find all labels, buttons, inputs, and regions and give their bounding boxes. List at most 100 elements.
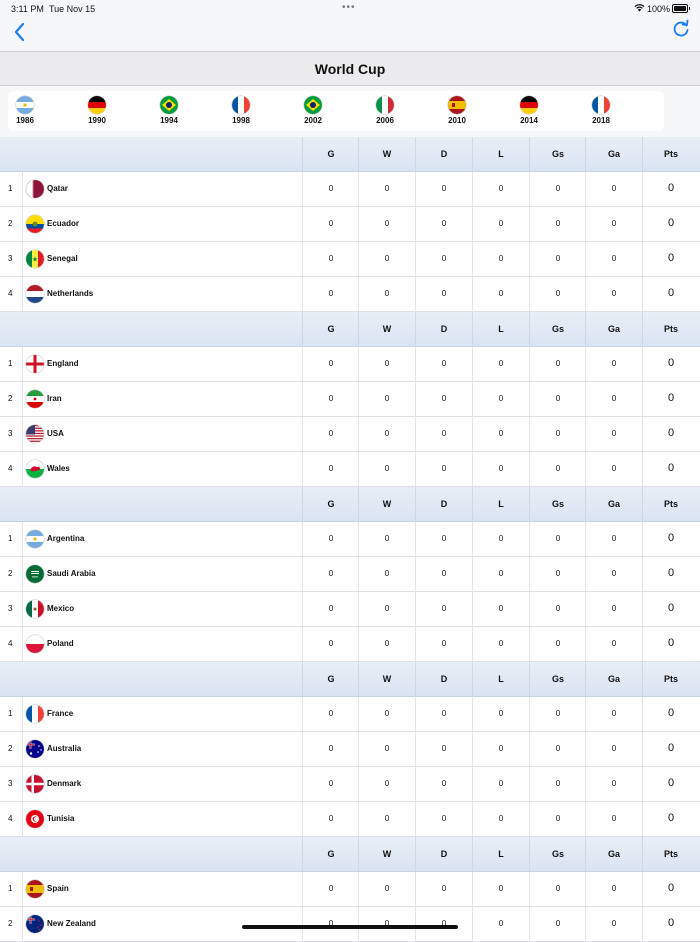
- team-row[interactable]: 3 Senegal 0 0 0 0 0 0 0: [0, 242, 700, 277]
- column-header-g[interactable]: G: [303, 674, 359, 684]
- column-header-pts[interactable]: Pts: [643, 324, 699, 334]
- year-item-1986[interactable]: 1986: [10, 95, 50, 129]
- column-header-gs[interactable]: Gs: [530, 499, 586, 509]
- column-header-gs[interactable]: Gs: [530, 849, 586, 859]
- column-header-l[interactable]: L: [473, 849, 529, 859]
- column-header-l[interactable]: L: [473, 324, 529, 334]
- team-row[interactable]: 4 Poland 0 0 0 0 0 0 0: [0, 627, 700, 662]
- stat-g: 0: [328, 464, 334, 473]
- year-item-1990[interactable]: 1990: [82, 95, 122, 129]
- year-label: 1998: [232, 116, 250, 125]
- team-row[interactable]: 3 USA 0 0 0 0 0 0 0: [0, 417, 700, 452]
- column-divider: [22, 452, 23, 486]
- team-row[interactable]: 4 Wales 0 0 0 0 0 0 0: [0, 452, 700, 487]
- column-header-w[interactable]: W: [359, 499, 415, 509]
- team-name: Tunisia: [47, 814, 75, 823]
- team-name: England: [47, 359, 79, 368]
- team-row[interactable]: 3 Mexico 0 0 0 0 0 0 0: [0, 592, 700, 627]
- column-divider: [22, 802, 23, 836]
- column-header-d[interactable]: D: [416, 674, 472, 684]
- team-name: Netherlands: [47, 289, 94, 298]
- multitasking-dots[interactable]: •••: [342, 2, 356, 13]
- team-position: 4: [8, 639, 13, 648]
- stat-g: 0: [328, 604, 334, 613]
- senegal-flag-icon: [26, 250, 44, 268]
- team-name: Poland: [47, 639, 74, 648]
- year-label: 1990: [88, 116, 106, 125]
- year-item-2014[interactable]: 2014: [514, 95, 554, 129]
- column-header-g[interactable]: G: [303, 324, 359, 334]
- column-header-d[interactable]: D: [416, 149, 472, 159]
- stat-pts: 0: [667, 917, 675, 929]
- team-row[interactable]: 4 Tunisia 0 0 0 0 0 0 0: [0, 802, 700, 837]
- year-item-2010[interactable]: 2010: [442, 95, 482, 129]
- column-header-pts[interactable]: Pts: [643, 674, 699, 684]
- column-header-g[interactable]: G: [303, 849, 359, 859]
- stat-l: 0: [498, 569, 504, 578]
- stat-l: 0: [498, 429, 504, 438]
- column-header-d[interactable]: D: [416, 324, 472, 334]
- stat-w: 0: [384, 254, 390, 263]
- column-header-ga[interactable]: Ga: [586, 324, 642, 334]
- team-row[interactable]: 2 Saudi Arabia 0 0 0 0 0 0 0: [0, 557, 700, 592]
- team-row[interactable]: 2 Australia 0 0 0 0 0 0 0: [0, 732, 700, 767]
- column-header-d[interactable]: D: [416, 499, 472, 509]
- column-header-ga[interactable]: Ga: [586, 674, 642, 684]
- back-chevron-icon[interactable]: [12, 20, 28, 44]
- column-header-pts[interactable]: Pts: [643, 499, 699, 509]
- column-header-ga[interactable]: Ga: [586, 499, 642, 509]
- team-row[interactable]: 2 Ecuador 0 0 0 0 0 0 0: [0, 207, 700, 242]
- column-header-l[interactable]: L: [473, 499, 529, 509]
- column-header-g[interactable]: G: [303, 149, 359, 159]
- stat-gs: 0: [555, 884, 561, 893]
- column-header-w[interactable]: W: [359, 149, 415, 159]
- column-header-gs[interactable]: Gs: [530, 674, 586, 684]
- stat-ga: 0: [611, 464, 617, 473]
- team-name: Mexico: [47, 604, 75, 613]
- wifi-icon: [634, 3, 645, 14]
- stat-w: 0: [384, 289, 390, 298]
- year-item-1998[interactable]: 1998: [226, 95, 266, 129]
- team-row[interactable]: 1 England 0 0 0 0 0 0 0: [0, 347, 700, 382]
- column-header-w[interactable]: W: [359, 674, 415, 684]
- stat-g: 0: [328, 394, 334, 403]
- column-header-pts[interactable]: Pts: [643, 849, 699, 859]
- home-indicator[interactable]: [242, 925, 458, 929]
- stat-g: 0: [328, 429, 334, 438]
- column-header-l[interactable]: L: [473, 149, 529, 159]
- column-header-w[interactable]: W: [359, 849, 415, 859]
- team-row[interactable]: 2 Iran 0 0 0 0 0 0 0: [0, 382, 700, 417]
- year-item-2018[interactable]: 2018: [586, 95, 626, 129]
- column-header-gs[interactable]: Gs: [530, 149, 586, 159]
- column-header-w[interactable]: W: [359, 324, 415, 334]
- year-item-2006[interactable]: 2006: [370, 95, 410, 129]
- team-position: 1: [8, 184, 13, 193]
- stat-l: 0: [498, 254, 504, 263]
- team-row[interactable]: 1 Qatar 0 0 0 0 0 0 0: [0, 172, 700, 207]
- team-row[interactable]: 1 France 0 0 0 0 0 0 0: [0, 697, 700, 732]
- column-header-g[interactable]: G: [303, 499, 359, 509]
- column-header-pts[interactable]: Pts: [643, 149, 699, 159]
- team-name: Saudi Arabia: [47, 569, 96, 578]
- netherlands-flag-icon: [26, 285, 44, 303]
- team-row[interactable]: 3 Denmark 0 0 0 0 0 0 0: [0, 767, 700, 802]
- team-row[interactable]: 4 Netherlands 0 0 0 0 0 0 0: [0, 277, 700, 312]
- stat-w: 0: [384, 534, 390, 543]
- year-item-2002[interactable]: 2002: [298, 95, 338, 129]
- stat-d: 0: [441, 184, 447, 193]
- column-header-d[interactable]: D: [416, 849, 472, 859]
- refresh-icon[interactable]: [670, 18, 692, 40]
- year-item-1994[interactable]: 1994: [154, 95, 194, 129]
- stat-l: 0: [498, 359, 504, 368]
- team-row[interactable]: 1 Argentina 0 0 0 0 0 0 0: [0, 522, 700, 557]
- column-divider: [22, 242, 23, 276]
- column-header-ga[interactable]: Ga: [586, 849, 642, 859]
- team-row[interactable]: 1 Spain 0 0 0 0 0 0 0: [0, 872, 700, 907]
- wales-flag-icon: [26, 460, 44, 478]
- column-header-ga[interactable]: Ga: [586, 149, 642, 159]
- column-header-l[interactable]: L: [473, 674, 529, 684]
- stat-g: 0: [328, 219, 334, 228]
- column-header-gs[interactable]: Gs: [530, 324, 586, 334]
- team-position: 3: [8, 604, 13, 613]
- stat-d: 0: [441, 744, 447, 753]
